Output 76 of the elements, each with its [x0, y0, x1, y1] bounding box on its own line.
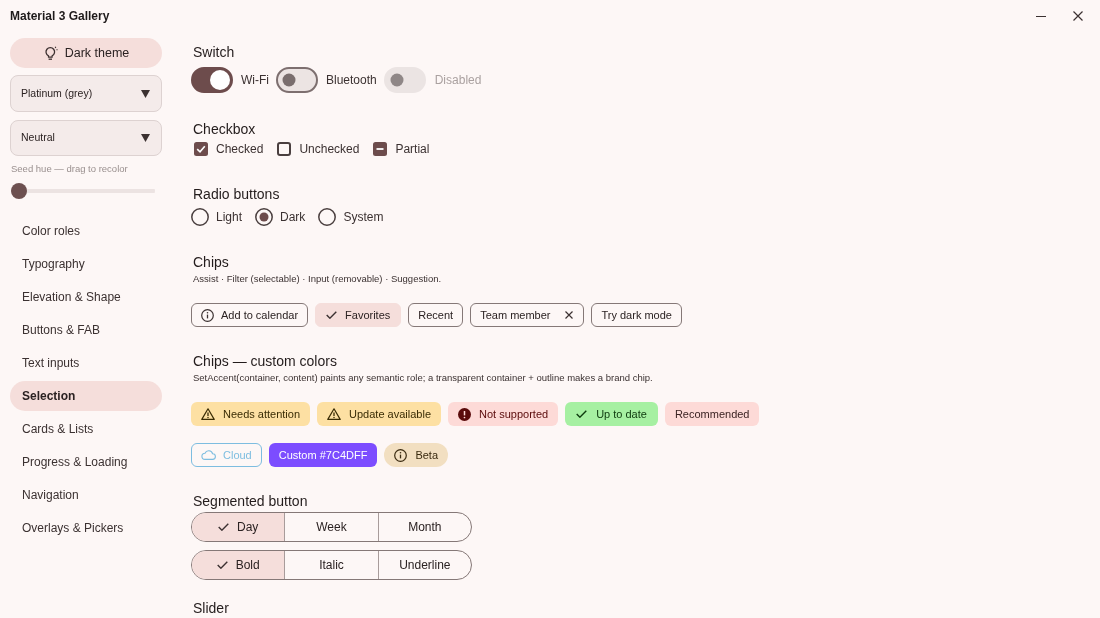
close-icon [565, 311, 574, 319]
checkbox[interactable] [194, 142, 208, 156]
radio-button[interactable] [318, 208, 337, 226]
switch[interactable] [276, 67, 318, 93]
segment-button[interactable]: Italic [284, 551, 378, 579]
nav-item[interactable]: Buttons & FAB [10, 315, 162, 345]
check-icon [326, 311, 338, 319]
check-icon [216, 561, 228, 569]
segment-button[interactable]: Week [284, 513, 378, 541]
dropdown[interactable]: Neutral [10, 120, 162, 156]
radio-label: System [343, 209, 384, 226]
section-title: Slider [193, 599, 229, 618]
warning-icon [327, 408, 342, 420]
radio-label: Dark [280, 209, 306, 226]
suggestion-chip[interactable]: Try dark mode [591, 303, 682, 327]
checkbox-label: Partial [395, 141, 430, 158]
section-title: Radio buttons [193, 185, 280, 204]
switch-label: Disabled [434, 72, 482, 89]
error-icon [458, 407, 471, 421]
caret-icon [141, 134, 150, 142]
caret-icon [141, 89, 150, 98]
nav-item[interactable]: Cards & Lists [10, 414, 162, 444]
nav-item[interactable]: Text inputs [10, 348, 162, 378]
radio-button[interactable] [191, 208, 209, 226]
filter-chip[interactable]: Recent [408, 303, 464, 327]
segment-button[interactable]: Day [192, 513, 285, 541]
section-title: Chips [193, 253, 229, 272]
section-title: Switch [193, 43, 235, 62]
nav-item[interactable]: Progress & Loading [10, 447, 162, 477]
warning-icon [201, 408, 215, 420]
section-description: SetAccent(container, content) paints any semantic role; a transparent container + outline makes a brand chip. [193, 371, 653, 385]
check-icon [218, 523, 229, 531]
switch-label: Bluetooth [326, 72, 377, 89]
checkbox-label: Checked [216, 141, 264, 158]
chip[interactable]: Recommended [664, 402, 760, 426]
nav-item[interactable]: Navigation [10, 480, 162, 510]
chip[interactable]: Beta [384, 443, 449, 467]
section-description: Assist · Filter (selectable) · Input (removable) · Suggestion. [193, 272, 442, 286]
theme-button[interactable]: Dark theme [10, 38, 162, 68]
section-title: Chips — custom colors [193, 352, 337, 371]
minimize-icon [1036, 15, 1046, 17]
checkbox[interactable] [373, 142, 388, 156]
nav-item[interactable]: Overlays & Pickers [10, 513, 162, 543]
dropdown[interactable]: Platinum (grey) [10, 75, 162, 112]
lightbulb-icon [42, 45, 58, 61]
filter-chip[interactable]: Favorites [315, 303, 402, 327]
close-icon [1073, 11, 1083, 21]
section-title: Checkbox [193, 120, 256, 139]
segment-button[interactable]: Underline [377, 551, 471, 579]
nav-item[interactable]: Selection [10, 381, 162, 411]
chip[interactable]: Not supported [448, 402, 559, 426]
info-icon [394, 448, 408, 462]
section-title: Segmented button [193, 492, 308, 511]
chip[interactable]: Needs attention [191, 402, 311, 426]
window-title: Material 3 Gallery [10, 8, 110, 25]
segment-button[interactable]: Month [377, 513, 471, 541]
assist-chip[interactable]: Add to calendar [191, 303, 309, 327]
nav-item[interactable]: Elevation & Shape [10, 282, 162, 312]
nav-item[interactable]: Typography [10, 249, 162, 279]
chip[interactable]: Custom #7C4DFF [268, 443, 378, 467]
chip[interactable]: Up to date [565, 402, 658, 426]
info-icon [201, 308, 214, 322]
switch[interactable] [191, 67, 233, 93]
radio-button[interactable] [255, 208, 274, 226]
checkbox[interactable] [277, 142, 292, 156]
switch-label: Wi-Fi [241, 72, 269, 89]
chip[interactable]: Update available [317, 402, 441, 426]
slider-thumb[interactable] [11, 183, 27, 199]
check-icon [576, 410, 588, 418]
nav-item[interactable]: Color roles [10, 216, 162, 246]
slider-label: Seed hue — drag to recolor [11, 163, 128, 175]
segment-button[interactable]: Bold [192, 551, 285, 579]
radio-label: Light [216, 209, 243, 226]
input-chip[interactable]: Team member [470, 303, 585, 327]
cloud-icon [201, 450, 216, 460]
checkbox-label: Unchecked [299, 141, 360, 158]
